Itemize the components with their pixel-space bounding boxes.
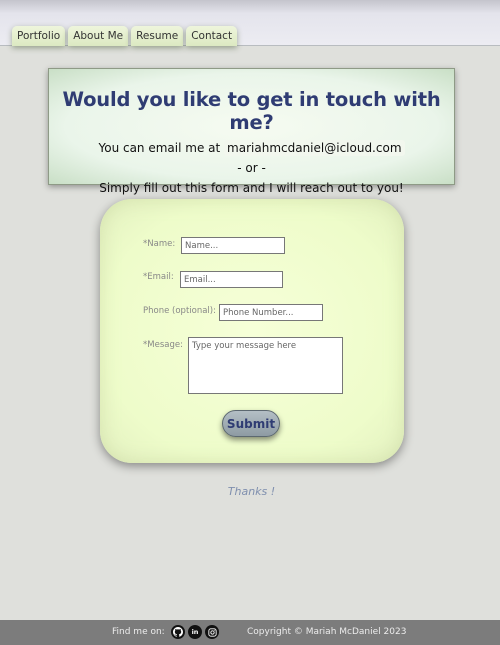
header-band: Portfolio About Me Resume Contact	[0, 0, 500, 46]
nav-tab-resume[interactable]: Resume	[131, 26, 184, 46]
footer: Find me on: in Copyright © Mariah McDani…	[0, 620, 500, 645]
phone-label: Phone (optional):	[143, 306, 216, 316]
name-label: *Name:	[143, 239, 176, 249]
contact-form: *Name: *Email: Phone (optional): *Mesage…	[100, 199, 404, 463]
message-label: *Mesage:	[143, 340, 183, 350]
submit-button[interactable]: Submit	[222, 410, 280, 437]
phone-input[interactable]	[219, 304, 323, 321]
email-label: *Email:	[143, 272, 174, 282]
email-input[interactable]	[180, 271, 283, 288]
email-prefix: You can email me at	[98, 141, 221, 155]
name-input[interactable]	[181, 237, 285, 254]
copyright-text: Copyright © Mariah McDaniel 2023	[247, 627, 407, 637]
social-links: in	[171, 625, 219, 639]
github-icon[interactable]	[171, 625, 185, 639]
form-prompt: Simply fill out this form and I will rea…	[99, 181, 404, 195]
page-title: Would you like to get in touch with me?	[62, 88, 441, 134]
email-address[interactable]: mariahmcdaniel@icloud.com	[224, 140, 405, 156]
nav-tab-portfolio[interactable]: Portfolio	[12, 26, 66, 46]
nav-tab-contact[interactable]: Contact	[186, 26, 238, 46]
email-line: You can email me at mariahmcdaniel@iclou…	[49, 140, 454, 156]
message-textarea[interactable]	[188, 337, 343, 394]
contact-banner: Would you like to get in touch with me? …	[48, 68, 455, 195]
thanks-message: Thanks !	[227, 485, 276, 498]
separator-text: - or -	[237, 161, 266, 175]
instagram-icon[interactable]	[205, 625, 219, 639]
find-me-label: Find me on:	[112, 627, 165, 637]
main-nav: Portfolio About Me Resume Contact	[12, 26, 238, 46]
linkedin-icon[interactable]: in	[188, 625, 202, 639]
nav-tab-about-me[interactable]: About Me	[68, 26, 129, 46]
